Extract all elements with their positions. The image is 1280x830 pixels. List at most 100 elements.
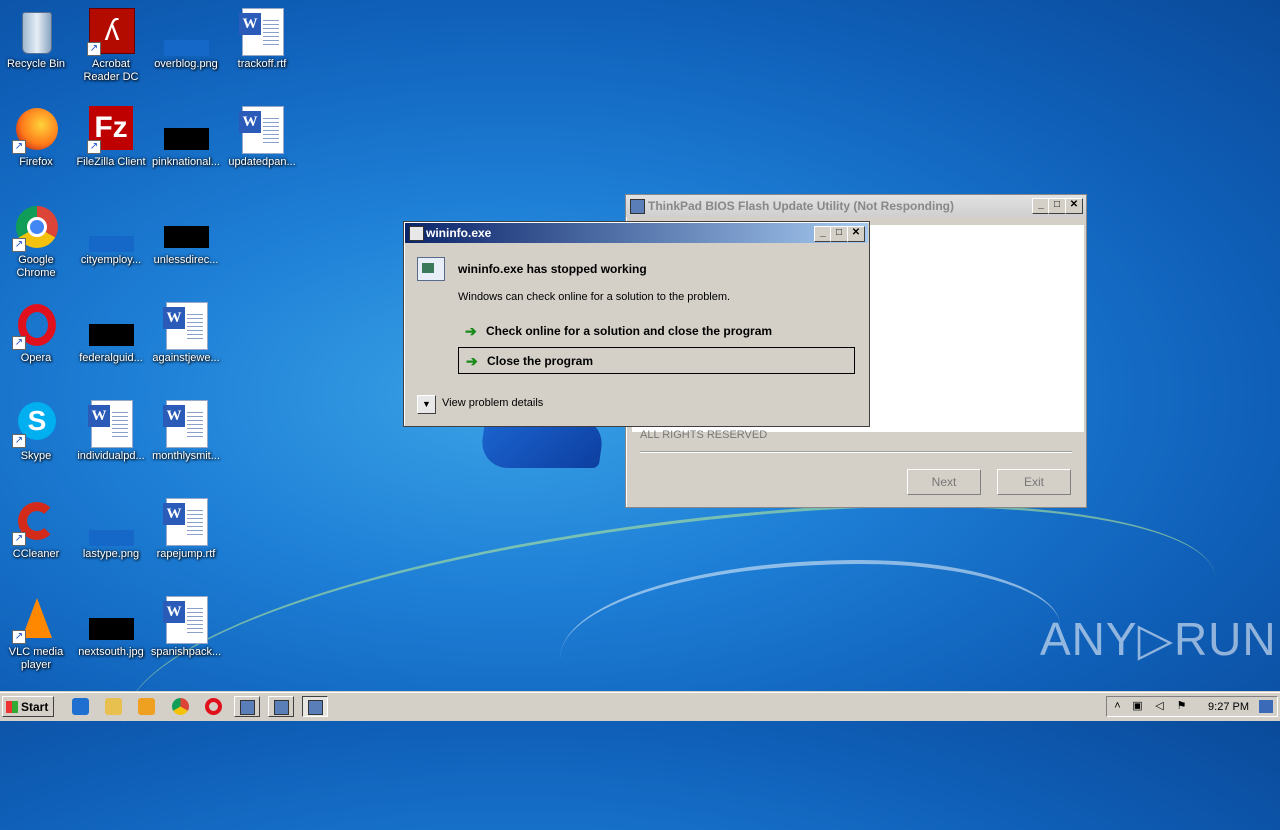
check-online-option[interactable]: ➔ Check online for a solution and close … bbox=[458, 318, 855, 345]
task-icon bbox=[274, 700, 289, 715]
dialog-title: wininfo.exe bbox=[426, 226, 492, 240]
dialog-titlebar[interactable]: wininfo.exe _ □ ✕ bbox=[405, 223, 868, 243]
chevron-up-icon[interactable]: ˄ bbox=[1111, 700, 1124, 713]
desktop-icon-label: Firefox bbox=[19, 156, 53, 168]
shortcut-arrow-icon: ↗ bbox=[87, 140, 101, 154]
volume-icon[interactable]: ◁ bbox=[1153, 700, 1166, 713]
desktop-icon-lastype[interactable]: lastype.png bbox=[73, 498, 149, 561]
desktop-icon-label: trackoff.rtf bbox=[237, 58, 287, 70]
desktop-icon-label: Recycle Bin bbox=[6, 58, 66, 70]
taskbar-task-bios[interactable] bbox=[268, 696, 294, 717]
anyrun-watermark: ANY▷RUN bbox=[1040, 613, 1277, 665]
desktop-icon-label: nextsouth.jpg bbox=[78, 646, 144, 658]
task-icon bbox=[240, 700, 255, 715]
show-desktop-icon[interactable] bbox=[1259, 700, 1273, 713]
desktop-icon-cityemploy[interactable]: cityemploy... bbox=[73, 204, 149, 267]
desktop-icon-monthlysmit[interactable]: W monthlysmit... bbox=[148, 400, 224, 463]
desktop-icon-vlc[interactable]: ↗ VLC media player bbox=[0, 596, 74, 672]
desktop-icon-opera[interactable]: ↗ Opera bbox=[0, 302, 74, 365]
dialog-maximize-button[interactable]: □ bbox=[830, 226, 848, 242]
close-program-option[interactable]: ➔ Close the program bbox=[458, 347, 855, 374]
ccleaner-icon: ↗ bbox=[12, 498, 60, 546]
desktop-icon-label: monthlysmit... bbox=[152, 450, 220, 462]
clock[interactable]: 9:27 PM bbox=[1208, 701, 1249, 713]
shortcut-arrow-icon: ↗ bbox=[87, 42, 101, 56]
green-arrow-icon: ➔ bbox=[465, 323, 477, 339]
image-file-icon bbox=[87, 302, 135, 350]
copyright-text: ALL RIGHTS RESERVED bbox=[640, 429, 768, 441]
taskbar-task-wininfo[interactable] bbox=[302, 696, 328, 717]
maximize-button[interactable]: □ bbox=[1048, 198, 1066, 214]
taskbar: Start ˄ ▣ ◁ ⚑ 9:27 PM bbox=[0, 692, 1280, 721]
desktop-icon-label: Google Chrome bbox=[16, 254, 56, 279]
word-doc-icon: W bbox=[87, 400, 135, 448]
desktop-icon-spanishpack[interactable]: W spanishpack... bbox=[148, 596, 224, 659]
desktop-icon-filezilla[interactable]: Fz ↗ FileZilla Client bbox=[73, 106, 149, 169]
shortcut-arrow-icon: ↗ bbox=[12, 630, 26, 644]
recycle-bin-icon bbox=[12, 8, 60, 56]
desktop-icon-ccleaner[interactable]: ↗ CCleaner bbox=[0, 498, 74, 561]
image-file-icon bbox=[162, 204, 210, 252]
task-icon bbox=[308, 700, 323, 715]
desktop-icon-label: cityemploy... bbox=[80, 254, 142, 266]
desktop-icon-federalguid[interactable]: federalguid... bbox=[73, 302, 149, 365]
taskbar-task-1[interactable] bbox=[234, 696, 260, 717]
desktop-icon-label: individualpd... bbox=[77, 450, 145, 462]
desktop-icon-chrome[interactable]: ↗ Google Chrome bbox=[0, 204, 74, 280]
desktop-icon-label: federalguid... bbox=[79, 352, 143, 364]
desktop-icon-label: againstjewe... bbox=[152, 352, 220, 364]
image-file-icon bbox=[162, 106, 210, 154]
desktop-icon-label: Opera bbox=[20, 352, 52, 364]
desktop-icon-firefox[interactable]: ↗ Firefox bbox=[0, 106, 74, 169]
desktop-icon-rapejump[interactable]: W rapejump.rtf bbox=[148, 498, 224, 561]
desktop-icon-nextsouth[interactable]: nextsouth.jpg bbox=[73, 596, 149, 659]
png-file-icon bbox=[87, 498, 135, 546]
desktop-icon-label: unlessdirec... bbox=[153, 254, 219, 266]
filezilla-icon: Fz ↗ bbox=[87, 106, 135, 154]
dialog-subtext: Windows can check online for a solution … bbox=[458, 291, 731, 303]
desktop-icon-label: updatedpan... bbox=[228, 156, 296, 168]
desktop-icon-overblog[interactable]: overblog.png bbox=[148, 8, 224, 71]
desktop-icon-label: pinknational... bbox=[152, 156, 220, 168]
windows-flag-icon bbox=[6, 701, 18, 713]
action-center-flag-icon[interactable]: ⚑ bbox=[1175, 700, 1188, 713]
shortcut-arrow-icon: ↗ bbox=[12, 532, 26, 546]
view-details-label[interactable]: View problem details bbox=[442, 397, 543, 409]
file-explorer-icon[interactable] bbox=[105, 698, 122, 715]
desktop-icon-individualpd[interactable]: W individualpd... bbox=[73, 400, 149, 463]
start-button[interactable]: Start bbox=[2, 696, 54, 717]
desktop-icon-trackoff[interactable]: W trackoff.rtf bbox=[224, 8, 300, 71]
opera-taskbar-icon[interactable] bbox=[205, 698, 222, 715]
separator bbox=[640, 451, 1072, 453]
system-tray: ˄ ▣ ◁ ⚑ 9:27 PM bbox=[1106, 696, 1278, 717]
desktop-icon-acrobat[interactable]: ʎ ↗ Acrobat Reader DC bbox=[73, 8, 149, 84]
next-button[interactable]: Next bbox=[907, 469, 981, 495]
error-dialog: wininfo.exe _ □ ✕ wininfo.exe has stoppe… bbox=[403, 221, 870, 427]
bios-window-titlebar[interactable]: ThinkPad BIOS Flash Update Utility (Not … bbox=[626, 195, 1086, 217]
desktop-icon-pinknational[interactable]: pinknational... bbox=[148, 106, 224, 169]
desktop-icon-skype[interactable]: S ↗ Skype bbox=[0, 400, 74, 463]
word-doc-icon: W bbox=[162, 302, 210, 350]
desktop-icon-recycle-bin[interactable]: Recycle Bin bbox=[0, 8, 74, 71]
internet-explorer-icon[interactable] bbox=[72, 698, 89, 715]
media-player-icon[interactable] bbox=[138, 698, 155, 715]
desktop-icon-unlessdirec[interactable]: unlessdirec... bbox=[148, 204, 224, 267]
desktop-icon-updatedpan[interactable]: W updatedpan... bbox=[224, 106, 300, 169]
chrome-taskbar-icon[interactable] bbox=[172, 698, 189, 715]
network-icon[interactable]: ▣ bbox=[1131, 700, 1144, 713]
dialog-close-button[interactable]: ✕ bbox=[847, 226, 865, 242]
desktop-icon-againstjewe[interactable]: W againstjewe... bbox=[148, 302, 224, 365]
png-file-icon bbox=[162, 8, 210, 56]
chevron-down-icon[interactable]: ▼ bbox=[417, 395, 436, 414]
desktop-icon-label: rapejump.rtf bbox=[156, 548, 216, 560]
shortcut-arrow-icon: ↗ bbox=[12, 140, 26, 154]
desktop-icon-label: overblog.png bbox=[154, 58, 218, 70]
desktop-icon-label: FileZilla Client bbox=[76, 156, 146, 168]
exit-button[interactable]: Exit bbox=[997, 469, 1071, 495]
green-arrow-icon: ➔ bbox=[466, 353, 478, 369]
close-button[interactable]: ✕ bbox=[1065, 198, 1083, 214]
chrome-icon: ↗ bbox=[12, 204, 60, 252]
start-label: Start bbox=[21, 700, 49, 714]
word-doc-icon: W bbox=[238, 106, 286, 154]
image-file-icon bbox=[87, 596, 135, 644]
